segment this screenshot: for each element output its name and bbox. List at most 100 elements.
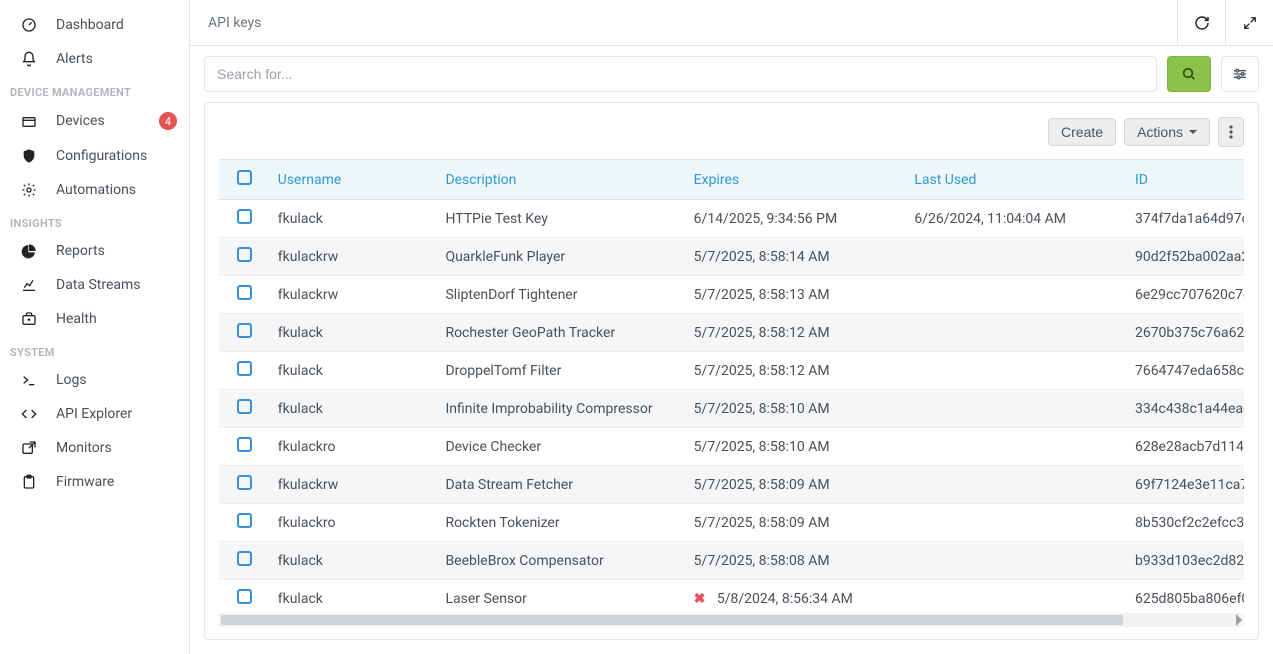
row-checkbox[interactable]: [237, 247, 252, 262]
select-all-checkbox[interactable]: [237, 170, 252, 185]
cell-description: SliptenDorf Tightener: [437, 276, 685, 314]
cell-id: b933d103ec2d82023683c4dde14e: [1127, 542, 1244, 580]
cell-expires: 5/7/2025, 8:58:09 AM: [686, 504, 907, 542]
cell-last-used: [906, 504, 1127, 542]
section-system: SYSTEM: [0, 336, 189, 363]
cell-id: 8b530cf2c2efcc32d9b266576ec2a: [1127, 504, 1244, 542]
sidebar-item-health[interactable]: Health: [0, 302, 189, 336]
cell-username: fkulack: [270, 314, 438, 352]
expand-icon: [1243, 16, 1257, 30]
sidebar-item-label: Automations: [56, 182, 177, 198]
toolbar: Create Actions: [205, 103, 1258, 159]
api-keys-table: Username Description Expires Last Used I…: [219, 159, 1244, 609]
cell-last-used: [906, 314, 1127, 352]
row-checkbox[interactable]: [237, 475, 252, 490]
search-input[interactable]: [204, 56, 1157, 92]
more-button[interactable]: [1218, 117, 1244, 147]
sidebar-item-logs[interactable]: Logs: [0, 363, 189, 397]
sidebar-item-label: Devices: [56, 113, 159, 129]
table-row[interactable]: fkulackrw QuarkleFunk Player 5/7/2025, 8…: [219, 238, 1244, 276]
col-expires[interactable]: Expires: [686, 160, 907, 200]
sidebar-item-alerts[interactable]: Alerts: [0, 42, 189, 76]
cell-id: 69f7124e3e11ca7fd5f0cba88701cf: [1127, 466, 1244, 504]
row-checkbox[interactable]: [237, 285, 252, 300]
row-checkbox[interactable]: [237, 551, 252, 566]
row-checkbox[interactable]: [237, 209, 252, 224]
sidebar-item-api-explorer[interactable]: API Explorer: [0, 397, 189, 431]
cell-last-used: [906, 390, 1127, 428]
cell-expires: 5/7/2025, 8:58:14 AM: [686, 238, 907, 276]
scrollbar-thumb[interactable]: [221, 615, 1123, 625]
shield-icon: [18, 148, 40, 164]
cell-expires: 5/7/2025, 8:58:09 AM: [686, 466, 907, 504]
row-checkbox[interactable]: [237, 437, 252, 452]
col-select: [219, 160, 270, 200]
gear-icon: [18, 182, 40, 198]
sidebar-item-data-streams[interactable]: Data Streams: [0, 268, 189, 302]
table-row[interactable]: fkulack Laser Sensor ✖ 5/8/2024, 8:56:34…: [219, 580, 1244, 610]
col-last-used[interactable]: Last Used: [906, 160, 1127, 200]
terminal-icon: [18, 372, 40, 388]
cell-username: fkulack: [270, 580, 438, 610]
search-button[interactable]: [1167, 56, 1211, 92]
row-checkbox[interactable]: [237, 361, 252, 376]
table-row[interactable]: fkulackrw Data Stream Fetcher 5/7/2025, …: [219, 466, 1244, 504]
table-row[interactable]: fkulackro Device Checker 5/7/2025, 8:58:…: [219, 428, 1244, 466]
cell-description: Data Stream Fetcher: [437, 466, 685, 504]
filter-button[interactable]: [1221, 56, 1259, 92]
col-description[interactable]: Description: [437, 160, 685, 200]
table-row[interactable]: fkulackrw SliptenDorf Tightener 5/7/2025…: [219, 276, 1244, 314]
expired-icon: ✖: [694, 591, 706, 607]
cell-description: DroppelTomf Filter: [437, 352, 685, 390]
section-insights: INSIGHTS: [0, 207, 189, 234]
cell-id: 625d805ba806ef017391a4575aa79: [1127, 580, 1244, 610]
sidebar-item-label: Data Streams: [56, 277, 177, 293]
fullscreen-button[interactable]: [1225, 0, 1273, 46]
table-row[interactable]: fkulackro Rockten Tokenizer 5/7/2025, 8:…: [219, 504, 1244, 542]
table-row[interactable]: fkulack Rochester GeoPath Tracker 5/7/20…: [219, 314, 1244, 352]
sidebar-item-automations[interactable]: Automations: [0, 173, 189, 207]
topbar: API keys: [190, 0, 1273, 46]
sidebar-item-label: Configurations: [56, 148, 177, 164]
cell-description: Laser Sensor: [437, 580, 685, 610]
cell-username: fkulack: [270, 352, 438, 390]
sidebar-item-dashboard[interactable]: Dashboard: [0, 8, 189, 42]
sidebar-item-configurations[interactable]: Configurations: [0, 139, 189, 173]
row-checkbox[interactable]: [237, 323, 252, 338]
cell-id: 6e29cc707620c7c311b380fc165eb: [1127, 276, 1244, 314]
briefcase-icon: [18, 311, 40, 327]
table-row[interactable]: fkulack HTTPie Test Key 6/14/2025, 9:34:…: [219, 200, 1244, 238]
sidebar-item-monitors[interactable]: Monitors: [0, 431, 189, 465]
horizontal-scrollbar[interactable]: [219, 613, 1244, 627]
cell-expires: 5/7/2025, 8:58:12 AM: [686, 352, 907, 390]
cell-last-used: [906, 238, 1127, 276]
cell-username: fkulackrw: [270, 276, 438, 314]
sidebar-item-firmware[interactable]: Firmware: [0, 465, 189, 499]
row-checkbox[interactable]: [237, 513, 252, 528]
cell-username: fkulackrw: [270, 238, 438, 276]
cell-last-used: [906, 428, 1127, 466]
col-username[interactable]: Username: [270, 160, 438, 200]
create-button[interactable]: Create: [1048, 118, 1116, 146]
cell-description: Infinite Improbability Compressor: [437, 390, 685, 428]
sidebar-item-reports[interactable]: Reports: [0, 234, 189, 268]
refresh-button[interactable]: [1177, 0, 1225, 46]
table-row[interactable]: fkulack BeebleBrox Compensator 5/7/2025,…: [219, 542, 1244, 580]
sidebar-item-devices[interactable]: Devices4: [0, 103, 189, 139]
badge: 4: [159, 112, 177, 130]
row-checkbox[interactable]: [237, 589, 252, 604]
cell-last-used: [906, 276, 1127, 314]
cell-expires: ✖ 5/8/2024, 8:56:34 AM: [686, 580, 907, 610]
col-id[interactable]: ID: [1127, 160, 1244, 200]
cell-id: 2670b375c76a621bb01b6d7e5464: [1127, 314, 1244, 352]
table-row[interactable]: fkulack Infinite Improbability Compresso…: [219, 390, 1244, 428]
actions-label: Actions: [1137, 124, 1183, 140]
sidebar-item-label: Reports: [56, 243, 177, 259]
sidebar-item-label: Logs: [56, 372, 177, 388]
chevron-down-icon: [1189, 130, 1197, 134]
row-checkbox[interactable]: [237, 399, 252, 414]
actions-dropdown[interactable]: Actions: [1124, 118, 1210, 146]
table-row[interactable]: fkulack DroppelTomf Filter 5/7/2025, 8:5…: [219, 352, 1244, 390]
refresh-icon: [1194, 15, 1210, 31]
sidebar-item-label: Monitors: [56, 440, 177, 456]
